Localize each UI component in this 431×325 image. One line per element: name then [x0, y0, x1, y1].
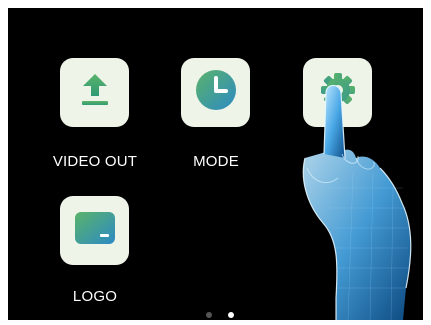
device-screen: VIDEO OUT MODE LOGO [8, 8, 423, 320]
video-out-button[interactable] [60, 58, 129, 127]
page-dot-2[interactable] [228, 312, 234, 318]
display-icon [74, 210, 116, 251]
logo-label: LOGO [72, 288, 118, 305]
gear-icon [316, 68, 360, 117]
mode-label: MODE [193, 153, 239, 170]
upload-icon [73, 68, 117, 117]
page-dot-1[interactable] [206, 312, 212, 318]
clock-icon [193, 67, 239, 118]
mode-button[interactable] [181, 58, 250, 127]
logo-button[interactable] [60, 196, 129, 265]
settings-button[interactable] [303, 58, 372, 127]
video-out-label: VIDEO OUT [52, 153, 138, 170]
